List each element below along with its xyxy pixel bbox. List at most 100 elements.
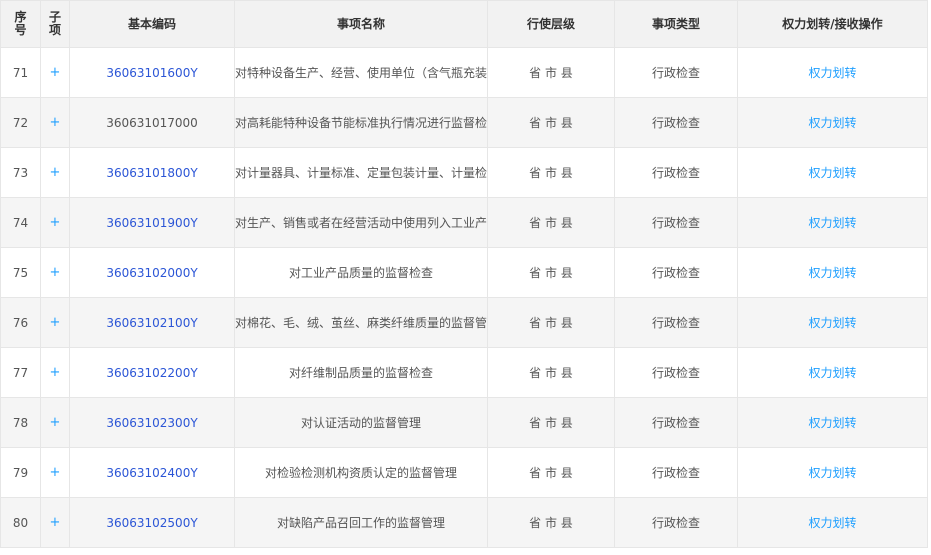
row-code-cell: 36063102400Y xyxy=(69,447,235,498)
code-link[interactable]: 36063102200Y xyxy=(106,366,197,380)
row-name-cell: 对检验检测机构资质认定的监督管理 xyxy=(234,447,488,498)
code-link[interactable]: 36063102100Y xyxy=(106,316,197,330)
item-name: 对纤维制品质量的监督检查 xyxy=(288,366,433,380)
code-link[interactable]: 36063102400Y xyxy=(106,466,197,480)
row-operation-cell: 权力划转 xyxy=(737,97,928,148)
row-seq: 78 xyxy=(0,397,41,448)
row-type: 行政检查 xyxy=(614,97,738,148)
row-type: 行政检查 xyxy=(614,147,738,198)
row-level: 省 市 县 xyxy=(487,297,615,348)
table-row: 79 +36063102400Y 对检验检测机构资质认定的监督管理 省 市 县行政检查… xyxy=(0,447,928,498)
row-name-cell: 对计量器具、计量标准、定量包装计量、计量检定 xyxy=(234,147,488,198)
table-row: 80 +36063102500Y 对缺陷产品召回工作的监督管理 省 市 县行政检查 权力… xyxy=(0,497,928,548)
header-seq: 序号 xyxy=(0,0,41,48)
transfer-power-link[interactable]: 权力划转 xyxy=(808,316,856,330)
row-code-cell: 36063101800Y xyxy=(69,147,235,198)
item-name: 对棉花、毛、绒、茧丝、麻类纤维质量的监督管理 xyxy=(235,316,487,330)
code-link[interactable]: 36063101900Y xyxy=(106,216,197,230)
row-operation-cell: 权力划转 xyxy=(737,247,928,298)
row-code-cell: 36063102500Y xyxy=(69,497,235,548)
code-link[interactable]: 36063102000Y xyxy=(106,266,197,280)
expand-subitem-icon[interactable]: + xyxy=(50,265,61,280)
row-operation-cell: 权力划转 xyxy=(737,347,928,398)
expand-subitem-icon[interactable]: + xyxy=(50,365,61,380)
transfer-power-link[interactable]: 权力划转 xyxy=(808,266,856,280)
row-subitem-cell: + xyxy=(40,397,70,448)
row-operation-cell: 权力划转 xyxy=(737,197,928,248)
expand-subitem-icon[interactable]: + xyxy=(50,415,61,430)
item-name: 对认证活动的监督管理 xyxy=(300,416,421,430)
code-link[interactable]: 36063102300Y xyxy=(106,416,197,430)
row-code-cell: 36063102000Y xyxy=(69,247,235,298)
header-row: 序号 子项 基本编码 事项名称 行使层级 事项类型 权力划转/接收操作 xyxy=(0,0,928,48)
transfer-power-link[interactable]: 权力划转 xyxy=(808,516,856,530)
transfer-power-link[interactable]: 权力划转 xyxy=(808,366,856,380)
row-name-cell: 对工业产品质量的监督检查 xyxy=(234,247,488,298)
row-level: 省 市 县 xyxy=(487,47,615,98)
table-row: 78 +36063102300Y 对认证活动的监督管理 省 市 县行政检查 权力划转 xyxy=(0,397,928,448)
row-seq: 71 xyxy=(0,47,41,98)
row-name-cell: 对特种设备生产、经营、使用单位（含气瓶充装单位） xyxy=(234,47,488,98)
expand-subitem-icon[interactable]: + xyxy=(50,165,61,180)
expand-subitem-icon[interactable]: + xyxy=(50,465,61,480)
row-type: 行政检查 xyxy=(614,47,738,98)
expand-subitem-icon[interactable]: + xyxy=(50,515,61,530)
row-seq: 77 xyxy=(0,347,41,398)
row-subitem-cell: + xyxy=(40,247,70,298)
row-name-cell: 对纤维制品质量的监督检查 xyxy=(234,347,488,398)
row-subitem-cell: + xyxy=(40,197,70,248)
expand-subitem-icon[interactable]: + xyxy=(50,315,61,330)
code-link[interactable]: 36063101600Y xyxy=(106,66,197,80)
row-type: 行政检查 xyxy=(614,297,738,348)
transfer-power-link[interactable]: 权力划转 xyxy=(808,66,856,80)
row-operation-cell: 权力划转 xyxy=(737,147,928,198)
expand-subitem-icon[interactable]: + xyxy=(50,115,61,130)
row-subitem-cell: + xyxy=(40,97,70,148)
table-row: 71 +36063101600Y 对特种设备生产、经营、使用单位（含气瓶充装单位）省… xyxy=(0,47,928,98)
row-type: 行政检查 xyxy=(614,497,738,548)
row-subitem-cell: + xyxy=(40,347,70,398)
row-code-cell: 36063102200Y xyxy=(69,347,235,398)
transfer-power-link[interactable]: 权力划转 xyxy=(808,166,856,180)
row-operation-cell: 权力划转 xyxy=(737,447,928,498)
row-type: 行政检查 xyxy=(614,347,738,398)
row-level: 省 市 县 xyxy=(487,197,615,248)
row-name-cell: 对缺陷产品召回工作的监督管理 xyxy=(234,497,488,548)
code-link[interactable]: 36063101800Y xyxy=(106,166,197,180)
transfer-power-link[interactable]: 权力划转 xyxy=(808,466,856,480)
item-name: 对检验检测机构资质认定的监督管理 xyxy=(264,466,457,480)
code-text: 360631017000 xyxy=(106,115,198,130)
expand-subitem-icon[interactable]: + xyxy=(50,65,61,80)
row-level: 省 市 县 xyxy=(487,497,615,548)
row-subitem-cell: + xyxy=(40,47,70,98)
code-link[interactable]: 36063102500Y xyxy=(106,516,197,530)
transfer-power-link[interactable]: 权力划转 xyxy=(808,416,856,430)
transfer-power-link[interactable]: 权力划转 xyxy=(808,116,856,130)
row-subitem-cell: + xyxy=(40,147,70,198)
table-body: 71+36063101600Y对特种设备生产、经营、使用单位（含气瓶充装单位）省… xyxy=(0,47,928,548)
row-name-cell: 对高耗能特种设备节能标准执行情况进行监督检查 xyxy=(234,97,488,148)
row-type: 行政检查 xyxy=(614,197,738,248)
row-level: 省 市 县 xyxy=(487,247,615,298)
expand-subitem-icon[interactable]: + xyxy=(50,215,61,230)
header-sub: 子项 xyxy=(40,0,70,48)
table-row: 76 +36063102100Y 对棉花、毛、绒、茧丝、麻类纤维质量的监督管理省 市… xyxy=(0,297,928,348)
table-row: 72 +360631017000 对高耗能特种设备节能标准执行情况进行监督检查省 市… xyxy=(0,97,928,148)
row-code-cell: 36063102300Y xyxy=(69,397,235,448)
row-subitem-cell: + xyxy=(40,497,70,548)
row-operation-cell: 权力划转 xyxy=(737,397,928,448)
row-operation-cell: 权力划转 xyxy=(737,497,928,548)
table-row: 77 +36063102200Y 对纤维制品质量的监督检查 省 市 县行政检查 权力划转 xyxy=(0,347,928,398)
header-operation: 权力划转/接收操作 xyxy=(737,0,928,48)
header-name: 事项名称 xyxy=(234,0,488,48)
transfer-power-link[interactable]: 权力划转 xyxy=(808,216,856,230)
row-name-cell: 对棉花、毛、绒、茧丝、麻类纤维质量的监督管理 xyxy=(234,297,488,348)
row-name-cell: 对生产、销售或者在经营活动中使用列入工业产品 xyxy=(234,197,488,248)
item-name: 对工业产品质量的监督检查 xyxy=(288,266,433,280)
row-subitem-cell: + xyxy=(40,297,70,348)
item-name: 对生产、销售或者在经营活动中使用列入工业产品 xyxy=(235,216,487,230)
row-seq: 79 xyxy=(0,447,41,498)
row-type: 行政检查 xyxy=(614,447,738,498)
header-level: 行使层级 xyxy=(487,0,615,48)
row-seq: 75 xyxy=(0,247,41,298)
